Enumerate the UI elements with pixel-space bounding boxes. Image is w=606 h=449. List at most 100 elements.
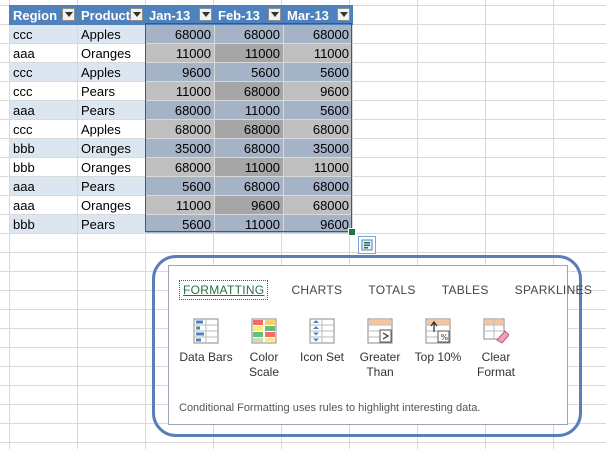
number-cell[interactable]: 68000 (283, 176, 353, 196)
text-cell[interactable]: aaa (9, 100, 78, 120)
text-cell[interactable]: Oranges (77, 138, 146, 158)
data-bars-button[interactable]: Data Bars (177, 318, 235, 380)
tab-sparklines[interactable]: SPARKLINES (512, 281, 595, 299)
filter-dropdown-icon[interactable] (62, 8, 75, 21)
icon-set-icon (309, 318, 335, 344)
text-cell[interactable]: ccc (9, 119, 78, 139)
text-cell[interactable]: bbb (9, 214, 78, 234)
header-product[interactable]: Product (77, 5, 146, 25)
data-table: Region Product Jan-13 Feb-13 Mar-13 ccc A… (9, 5, 353, 234)
number-cell[interactable]: 68000 (145, 157, 215, 177)
tab-formatting[interactable]: FORMATTING (179, 280, 269, 300)
text-cell[interactable]: bbb (9, 157, 78, 177)
color-scale-button[interactable]: Color Scale (235, 318, 293, 380)
filter-dropdown-icon[interactable] (337, 8, 350, 21)
text-cell[interactable]: Pears (77, 81, 146, 101)
header-feb-13[interactable]: Feb-13 (214, 5, 284, 25)
text-cell[interactable]: bbb (9, 138, 78, 158)
data-bars-label: Data Bars (179, 350, 233, 364)
data-bars-icon (193, 318, 219, 344)
greater-than-icon (367, 318, 393, 344)
text-cell[interactable]: aaa (9, 176, 78, 196)
number-cell[interactable]: 68000 (145, 119, 215, 139)
number-cell[interactable]: 11000 (214, 157, 284, 177)
number-cell[interactable]: 68000 (145, 24, 215, 44)
number-cell[interactable]: 9600 (214, 195, 284, 215)
text-cell[interactable]: ccc (9, 81, 78, 101)
text-cell[interactable]: Pears (77, 214, 146, 234)
icon-set-button[interactable]: Icon Set (293, 318, 351, 380)
number-cell[interactable]: 68000 (283, 24, 353, 44)
filter-dropdown-icon[interactable] (268, 8, 281, 21)
table-row: ccc Pears 11000 68000 9600 (9, 81, 353, 101)
text-cell[interactable]: Pears (77, 176, 146, 196)
greater-than-label-2: Than (366, 365, 394, 379)
filter-dropdown-icon[interactable] (130, 8, 143, 21)
number-cell[interactable]: 5600 (145, 176, 215, 196)
number-cell[interactable]: 68000 (214, 81, 284, 101)
number-cell[interactable]: 68000 (283, 119, 353, 139)
number-cell[interactable]: 9600 (145, 62, 215, 82)
number-cell[interactable]: 11000 (214, 43, 284, 63)
number-cell[interactable]: 9600 (283, 81, 353, 101)
table-row: aaa Pears 68000 11000 5600 (9, 100, 353, 120)
filter-dropdown-icon[interactable] (199, 8, 212, 21)
text-cell[interactable]: Oranges (77, 43, 146, 63)
text-cell[interactable]: Apples (77, 24, 146, 44)
number-cell[interactable]: 68000 (145, 100, 215, 120)
text-cell[interactable]: ccc (9, 24, 78, 44)
table-row: aaa Pears 5600 68000 68000 (9, 176, 353, 196)
number-cell[interactable]: 68000 (214, 138, 284, 158)
number-cell[interactable]: 5600 (283, 100, 353, 120)
text-cell[interactable]: Oranges (77, 195, 146, 215)
table-row: ccc Apples 68000 68000 68000 (9, 119, 353, 139)
text-cell[interactable]: ccc (9, 62, 78, 82)
fill-handle[interactable] (348, 228, 356, 236)
number-cell[interactable]: 35000 (145, 138, 215, 158)
number-cell[interactable]: 11000 (145, 43, 215, 63)
number-cell[interactable]: 11000 (145, 195, 215, 215)
icon-set-label: Icon Set (299, 350, 345, 364)
number-cell[interactable]: 11000 (145, 81, 215, 101)
table-row: ccc Apples 9600 5600 5600 (9, 62, 353, 82)
clear-format-label-1: Clear (481, 350, 511, 364)
number-cell[interactable]: 68000 (214, 119, 284, 139)
number-cell[interactable]: 11000 (283, 157, 353, 177)
number-cell[interactable]: 5600 (214, 62, 284, 82)
text-cell[interactable]: Apples (77, 62, 146, 82)
number-cell[interactable]: 11000 (214, 100, 284, 120)
text-cell[interactable]: Pears (77, 100, 146, 120)
greater-than-button[interactable]: Greater Than (351, 318, 409, 380)
color-scale-label-1: Color (249, 350, 279, 364)
clear-format-label-2: Format (476, 365, 515, 379)
header-region[interactable]: Region (9, 5, 78, 25)
text-cell[interactable]: Apples (77, 119, 146, 139)
description-text: Conditional Formatting uses rules to hig… (179, 402, 481, 414)
number-cell[interactable]: 35000 (283, 138, 353, 158)
number-cell[interactable]: 68000 (214, 176, 284, 196)
color-scale-label-2: Scale (248, 365, 280, 379)
table-row: bbb Oranges 35000 68000 35000 (9, 138, 353, 158)
number-cell[interactable]: 5600 (145, 214, 215, 234)
text-cell[interactable]: aaa (9, 43, 78, 63)
tab-totals[interactable]: TOTALS (365, 281, 418, 299)
number-cell[interactable]: 68000 (214, 24, 284, 44)
number-cell[interactable]: 11000 (283, 43, 353, 63)
number-cell[interactable]: 5600 (283, 62, 353, 82)
text-cell[interactable]: aaa (9, 195, 78, 215)
tab-charts[interactable]: CHARTS (288, 281, 345, 299)
table-row: bbb Pears 5600 11000 9600 (9, 214, 353, 234)
quick-analysis-tabs: FORMATTING CHARTS TOTALS TABLES SPARKLIN… (179, 280, 595, 300)
header-mar-13[interactable]: Mar-13 (283, 5, 353, 25)
header-jan-13[interactable]: Jan-13 (145, 5, 215, 25)
top-10-percent-button[interactable]: % Top 10% (409, 318, 467, 380)
clear-format-icon (483, 318, 509, 344)
text-cell[interactable]: Oranges (77, 157, 146, 177)
top-10-percent-label: Top 10% (414, 350, 462, 364)
clear-format-button[interactable]: Clear Format (467, 318, 525, 380)
quick-analysis-button[interactable] (358, 236, 376, 254)
number-cell[interactable]: 11000 (214, 214, 284, 234)
number-cell[interactable]: 68000 (283, 195, 353, 215)
number-cell[interactable]: 9600 (283, 214, 353, 234)
tab-tables[interactable]: TABLES (439, 281, 492, 299)
